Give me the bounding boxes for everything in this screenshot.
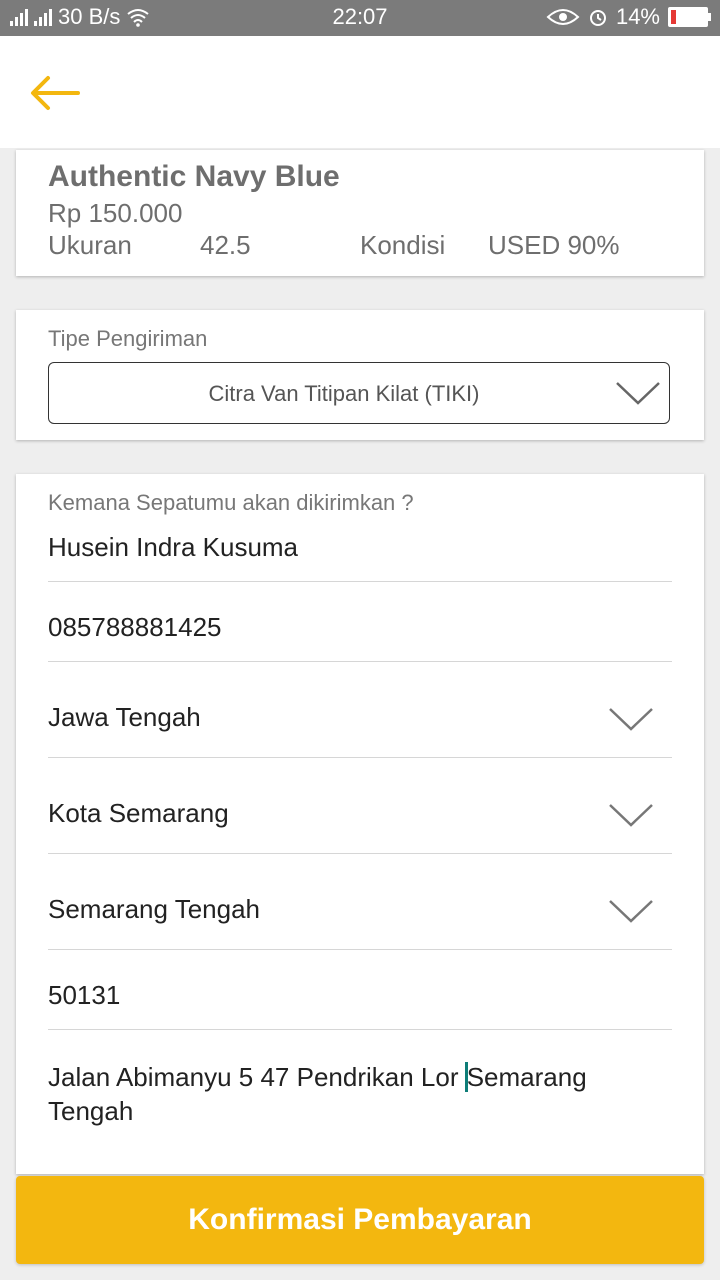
shipping-type-value: Citra Van Titipan Kilat (TIKI) (208, 381, 480, 406)
chevron-down-icon (609, 900, 653, 923)
chevron-down-icon (609, 708, 653, 731)
street-address-field[interactable]: Jalan Abimanyu 5 47 Pendrikan Lor Semara… (48, 1060, 648, 1128)
province-select[interactable]: Jawa Tengah (48, 662, 672, 758)
street-address-text: Jalan Abimanyu 5 47 Pendrikan Lor (48, 1062, 466, 1092)
condition-label: Kondisi (360, 230, 446, 260)
size-label: Ukuran (48, 230, 132, 260)
shipping-type-select[interactable]: Citra Van Titipan Kilat (TIKI) (48, 362, 670, 424)
condition-value: USED 90% (488, 230, 620, 260)
status-right: 14% (546, 4, 711, 30)
phone-value: 085788881425 (48, 612, 222, 642)
phone-field[interactable]: 085788881425 (48, 582, 672, 662)
shipping-type-label: Tipe Pengiriman (48, 326, 208, 351)
city-value: Kota Semarang (48, 798, 229, 828)
city-select[interactable]: Kota Semarang (48, 758, 672, 854)
product-price: Rp 150.000 (48, 198, 183, 228)
chevron-down-icon (609, 804, 653, 827)
confirm-payment-button[interactable]: Konfirmasi Pembayaran (16, 1176, 704, 1264)
battery-icon (668, 7, 711, 27)
postal-code-field[interactable]: 50131 (48, 950, 672, 1030)
shipping-card: Tipe Pengiriman Citra Van Titipan Kilat … (16, 310, 704, 440)
province-value: Jawa Tengah (48, 702, 201, 732)
district-value: Semarang Tengah (48, 894, 261, 924)
eye-icon (546, 9, 580, 25)
name-value: Husein Indra Kusuma (48, 532, 299, 562)
name-field[interactable]: Husein Indra Kusuma (48, 524, 672, 582)
district-select[interactable]: Semarang Tengah (48, 854, 672, 950)
back-button[interactable] (24, 68, 84, 118)
address-label: Kemana Sepatumu akan dikirimkan ? (48, 490, 414, 515)
address-card: Kemana Sepatumu akan dikirimkan ? Husein… (16, 474, 704, 1174)
postal-code-value: 50131 (48, 980, 121, 1010)
product-card: Authentic Navy Blue Rp 150.000 Ukuran 42… (16, 150, 704, 276)
status-bar: 30 B/s 22:07 14% (0, 0, 720, 36)
arrow-left-icon (31, 76, 80, 110)
battery-percent: 14% (615, 4, 660, 29)
product-name: Authentic Navy Blue (48, 160, 340, 193)
app-bar (0, 36, 720, 148)
chevron-down-icon (616, 382, 660, 405)
size-value: 42.5 (200, 230, 251, 260)
alarm-icon (589, 10, 606, 26)
